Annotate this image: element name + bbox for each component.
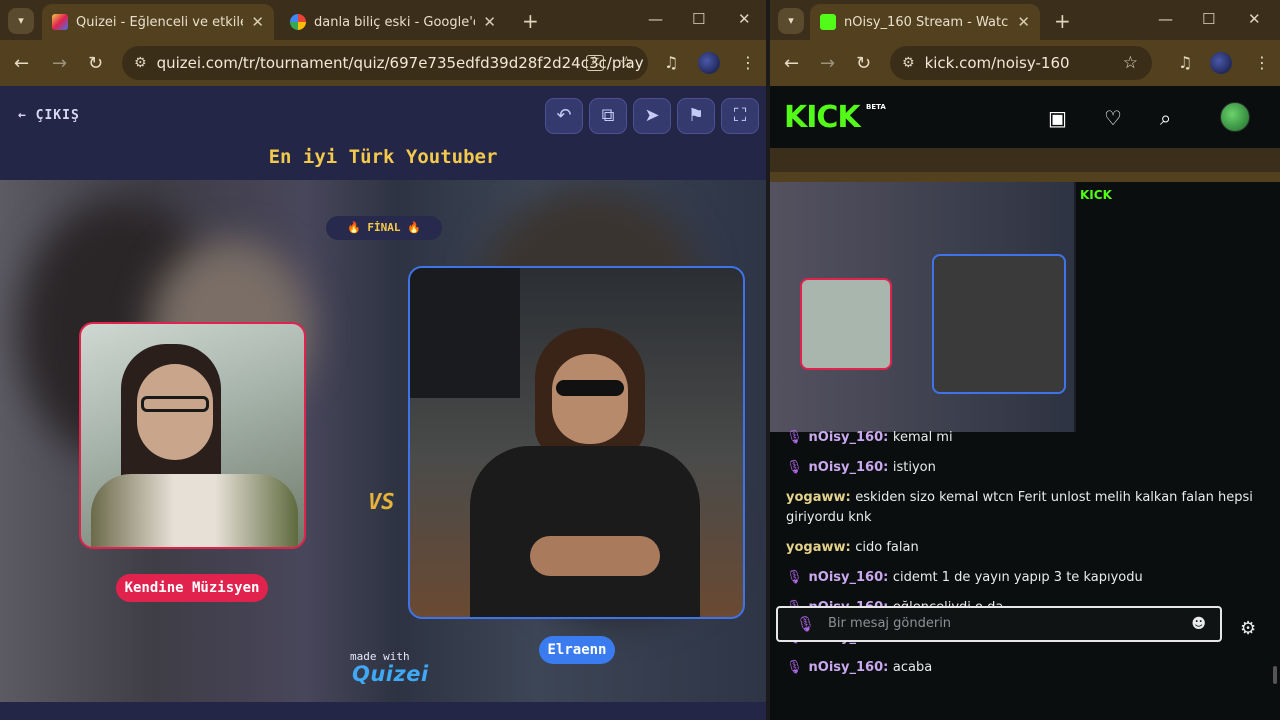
- mic-icon: 🎙: [786, 430, 803, 445]
- back-icon[interactable]: ←: [14, 53, 29, 74]
- forward-icon[interactable]: →: [820, 53, 835, 74]
- person-face: [552, 354, 628, 444]
- chat-placeholder: Bir mesaj gönderin: [828, 616, 952, 631]
- choice-label-left[interactable]: Kendine Müzisyen: [116, 574, 268, 602]
- chat-scrollbar[interactable]: [1273, 666, 1277, 684]
- user-avatar[interactable]: [1220, 102, 1250, 132]
- tab-quizei[interactable]: Quizei - Eğlenceli ve etkileşimli ✕: [42, 4, 274, 40]
- glasses-icon: [141, 396, 209, 412]
- player-screen-toolbar: [770, 172, 1280, 182]
- stream-player[interactable]: KICK: [770, 148, 1280, 432]
- player-screen-tabstrip: [770, 148, 1280, 172]
- back-icon[interactable]: ←: [784, 53, 799, 74]
- tab-kick[interactable]: nOisy_160 Stream - Watch Live ✕: [810, 4, 1040, 40]
- translate-icon[interactable]: 文: [586, 55, 604, 71]
- person-jacket: [91, 474, 298, 547]
- browse-icon[interactable]: ▣: [1048, 106, 1067, 130]
- browser-window-left: ▾ Quizei - Eğlenceli ve etkileşimli ✕ da…: [0, 0, 766, 720]
- player-screen-logo: KICK: [1080, 188, 1112, 202]
- maximize-icon[interactable]: ☐: [692, 10, 705, 28]
- mic-icon: 🎙: [786, 660, 803, 675]
- choice-card-right[interactable]: [408, 266, 745, 619]
- quizei-logo[interactable]: Quizei: [352, 662, 429, 686]
- sunglasses-icon: [556, 380, 624, 396]
- search-icon[interactable]: ⌕: [1160, 106, 1171, 130]
- send-icon[interactable]: ➤: [633, 98, 671, 134]
- quizei-page: ← ÇIKIŞ ↶ ⧉ ➤ ⚑ ⛶ En iyi Türk Youtuber 🔥…: [0, 86, 766, 720]
- tab-strip: ▾ Quizei - Eğlenceli ve etkileşimli ✕ da…: [0, 0, 766, 40]
- reload-icon[interactable]: ↻: [88, 53, 103, 74]
- quiz-title: En iyi Türk Youtuber: [268, 146, 498, 168]
- mic-icon[interactable]: 🎙: [796, 615, 815, 633]
- profile-avatar[interactable]: [698, 52, 720, 74]
- browser-window-right: ▾ nOisy_160 Stream - Watch Live ✕ + — ☐ …: [770, 0, 1280, 720]
- kick-logo[interactable]: KICK: [784, 100, 861, 135]
- tab-search-button[interactable]: ▾: [778, 8, 804, 34]
- close-icon[interactable]: ✕: [483, 13, 496, 31]
- kick-page: KICK BETA ▣ ♡ ⌕ KICK 🎙 nOisy_160: kemal m…: [770, 86, 1280, 720]
- flag-icon[interactable]: ⚑: [677, 98, 715, 134]
- close-icon[interactable]: ✕: [1017, 13, 1030, 31]
- tab-strip: ▾ nOisy_160 Stream - Watch Live ✕ + — ☐ …: [770, 0, 1280, 40]
- new-tab-button[interactable]: +: [1054, 9, 1071, 33]
- final-round-badge: 🔥 FİNAL 🔥: [326, 216, 442, 240]
- kick-favicon-icon: [820, 14, 836, 30]
- reload-icon[interactable]: ↻: [856, 53, 871, 74]
- chat-message: 🎙 nOisy_160: istiyon: [786, 458, 1256, 478]
- window-frame: [410, 268, 520, 398]
- chat-message: 🎙 nOisy_160: acaba: [786, 658, 1256, 678]
- forward-icon[interactable]: →: [52, 53, 67, 74]
- menu-icon[interactable]: ⋮: [1254, 53, 1270, 72]
- person-face: [137, 364, 213, 460]
- person-tshirt: [470, 446, 700, 617]
- url-text: quizei.com/tr/tournament/quiz/697e735edf…: [156, 54, 644, 72]
- player-screen-kick: [1076, 182, 1280, 432]
- player-screen-card-right: [932, 254, 1066, 394]
- tab-search-button[interactable]: ▾: [8, 8, 34, 34]
- gear-icon[interactable]: ⚙: [1240, 618, 1256, 639]
- bookmark-star-icon[interactable]: ☆: [619, 53, 634, 73]
- menu-icon[interactable]: ⋮: [740, 53, 756, 72]
- emoji-icon[interactable]: ☻: [1191, 616, 1206, 632]
- player-screen-card-left: [800, 278, 892, 370]
- close-window-icon[interactable]: ✕: [738, 10, 751, 28]
- chat-message: 🎙 nOisy_160: cidemt 1 de yayın yapıp 3 te…: [786, 568, 1256, 588]
- close-window-icon[interactable]: ✕: [1248, 10, 1261, 28]
- minimize-icon[interactable]: —: [648, 10, 663, 28]
- chat-message: 🎙 nOisy_160: kemal mi: [786, 428, 1256, 448]
- share-icon[interactable]: ⧉: [589, 98, 627, 134]
- bookmark-star-icon[interactable]: ☆: [1123, 53, 1138, 73]
- site-info-icon[interactable]: ⚙: [134, 55, 147, 71]
- media-control-icon[interactable]: ♫: [664, 53, 678, 72]
- maximize-icon[interactable]: ☐: [1202, 10, 1215, 28]
- choice-label-right[interactable]: Elraenn: [539, 636, 615, 664]
- chat-message: yogaww: eskiden sizo kemal wtcn Ferit un…: [786, 490, 1253, 525]
- mic-icon: 🎙: [786, 460, 803, 475]
- google-favicon-icon: [290, 14, 306, 30]
- address-bar[interactable]: ⚙ quizei.com/tr/tournament/quiz/697e735e…: [122, 46, 648, 80]
- profile-avatar[interactable]: [1210, 52, 1232, 74]
- address-bar[interactable]: ⚙ kick.com/noisy-160 ☆: [890, 46, 1152, 80]
- person-hands: [530, 536, 660, 576]
- chat-panel: 🎙 nOisy_160: kemal mi 🎙 nOisy_160: istiyon…: [770, 430, 1280, 692]
- minimize-icon[interactable]: —: [1158, 10, 1173, 28]
- choice-card-left[interactable]: [79, 322, 306, 549]
- quizei-favicon-icon: [52, 14, 68, 30]
- chat-message: yogaww: cido falan: [786, 540, 919, 555]
- heart-icon[interactable]: ♡: [1104, 106, 1122, 130]
- beta-badge: BETA: [866, 103, 886, 111]
- chat-input[interactable]: 🎙 Bir mesaj gönderin ☻: [776, 606, 1222, 642]
- site-info-icon[interactable]: ⚙: [902, 55, 915, 71]
- exit-button[interactable]: ← ÇIKIŞ: [18, 108, 80, 123]
- url-text: kick.com/noisy-160: [924, 54, 1070, 72]
- undo-icon[interactable]: ↶: [545, 98, 583, 134]
- fullscreen-icon[interactable]: ⛶: [721, 98, 759, 134]
- mic-icon: 🎙: [786, 570, 803, 585]
- tab-google[interactable]: danla biliç eski - Google'da Ara ✕: [280, 4, 506, 40]
- close-icon[interactable]: ✕: [251, 13, 264, 31]
- vs-icon: VS: [368, 490, 395, 515]
- media-control-icon[interactable]: ♫: [1178, 53, 1192, 72]
- new-tab-button[interactable]: +: [522, 9, 539, 33]
